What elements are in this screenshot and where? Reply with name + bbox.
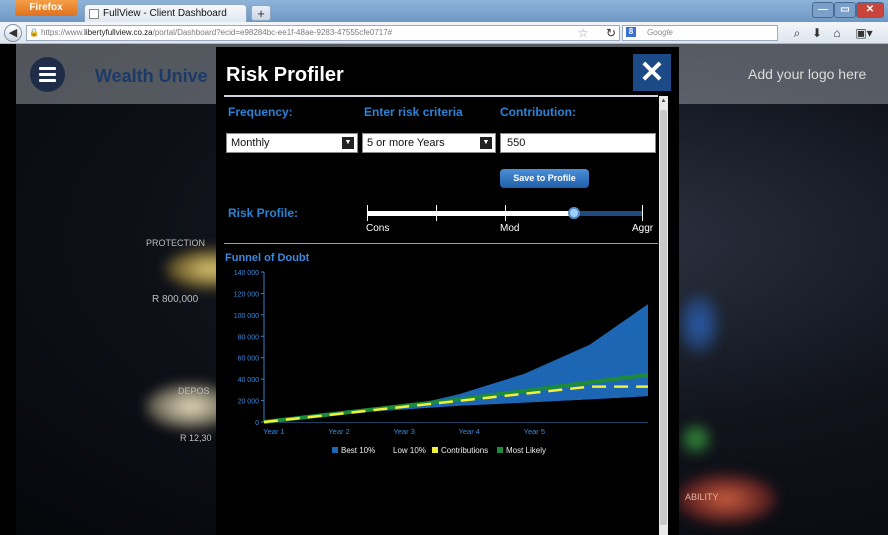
scale-label-mod: Mod xyxy=(500,223,520,234)
legend-most-likely: Most Likely xyxy=(497,446,546,455)
lock-icon: 🔒 xyxy=(29,28,39,37)
frequency-label: Frequency: xyxy=(228,105,293,119)
legend-label: Best 10% xyxy=(341,446,376,455)
planet-image xyxy=(681,424,711,454)
browser-tab[interactable]: FullView - Client Dashboard xyxy=(84,4,247,22)
contribution-value: 550 xyxy=(507,137,526,149)
y-tick-label: 120 000 xyxy=(234,291,259,298)
x-tick-label: Year 2 xyxy=(328,427,349,436)
deposit-value: R 12,30 xyxy=(180,433,212,443)
url-bar[interactable]: https://www.libertyfullview.co.za/portal… xyxy=(26,25,620,41)
section-divider xyxy=(224,243,658,244)
slider-tick xyxy=(436,205,437,221)
legend-swatch xyxy=(432,447,438,453)
legend-low: Low 10% xyxy=(393,446,426,455)
legend-best: Best 10% xyxy=(332,446,375,455)
risk-profile-label: Risk Profile: xyxy=(228,206,299,220)
chevron-down-icon: ▼ xyxy=(342,137,354,149)
x-tick-label: Year 1 xyxy=(263,427,284,436)
legend-label: Contributions xyxy=(441,446,489,455)
risk-criteria-select[interactable]: 5 or more Years ▼ xyxy=(362,133,496,153)
new-tab-button[interactable]: + xyxy=(251,5,271,21)
url-path: /portal/Dashboard?ecid=e98284bc-ee1f-48a… xyxy=(152,28,393,37)
back-arrow-icon[interactable]: ◀ xyxy=(4,24,22,42)
y-tick-label: 60 000 xyxy=(238,356,260,363)
favicon-icon xyxy=(89,9,99,19)
search-engine-icon[interactable]: 8 xyxy=(626,27,636,37)
risk-slider-fill xyxy=(367,211,574,216)
protection-value: R 800,000 xyxy=(152,294,199,305)
addons-icon[interactable]: ▣▾ xyxy=(852,26,876,40)
search-placeholder: Google xyxy=(647,28,673,37)
url-domain: libertyfullview.co.za xyxy=(84,28,153,37)
modal-title: Risk Profiler xyxy=(226,64,344,86)
legend-swatch xyxy=(332,447,338,453)
x-tick-label: Year 3 xyxy=(393,427,414,436)
search-icon[interactable]: ⌕ xyxy=(790,26,804,40)
criteria-label: Enter risk criteria xyxy=(364,105,463,119)
y-tick-label: 20 000 xyxy=(238,399,260,406)
funnel-chart: 140 000 120 000 100 000 80 000 60 000 40 000 2… xyxy=(234,270,649,436)
scrollbar-thumb[interactable] xyxy=(660,110,667,525)
liability-label: ABILITY xyxy=(685,492,719,502)
reload-icon[interactable]: ↻ xyxy=(604,26,618,40)
planet-image xyxy=(679,294,719,354)
y-tick-label: 80 000 xyxy=(238,334,260,341)
scroll-up-icon[interactable]: ▲ xyxy=(659,97,668,106)
legend-contributions: Contributions xyxy=(432,446,488,455)
home-icon[interactable]: ⌂ xyxy=(830,26,844,40)
deposit-label: DEPOS xyxy=(178,386,210,396)
title-divider xyxy=(224,95,658,97)
scale-label-aggr: Aggr xyxy=(632,223,654,234)
risk-slider-handle[interactable] xyxy=(568,207,580,219)
frequency-value: Monthly xyxy=(231,137,270,149)
close-modal-button[interactable]: ✕ xyxy=(633,54,671,91)
brand-title: Wealth Unive xyxy=(95,66,208,86)
close-window-button[interactable]: ✕ xyxy=(856,2,884,18)
y-tick-label: 140 000 xyxy=(234,270,259,277)
save-to-profile-button[interactable]: Save to Profile xyxy=(500,169,589,188)
slider-tick xyxy=(367,205,368,221)
legend-swatch xyxy=(497,447,503,453)
criteria-value: 5 or more Years xyxy=(367,137,445,149)
protection-label: PROTECTION xyxy=(146,238,206,248)
minimize-button[interactable]: — xyxy=(812,2,834,18)
y-tick-label: 100 000 xyxy=(234,313,259,320)
firefox-menu-button[interactable]: Firefox xyxy=(15,0,77,16)
chevron-down-icon: ▼ xyxy=(480,137,492,149)
frequency-select[interactable]: Monthly ▼ xyxy=(226,133,358,153)
contribution-input[interactable]: 550 xyxy=(500,133,656,153)
x-tick-label: Year 4 xyxy=(459,427,480,436)
hamburger-menu-icon[interactable] xyxy=(30,57,65,92)
maximize-button[interactable]: ▭ xyxy=(834,2,856,18)
slider-tick xyxy=(642,205,643,221)
legend-label: Most Likely xyxy=(506,446,547,455)
tab-title: FullView - Client Dashboard xyxy=(103,8,227,19)
bookmark-star-icon[interactable]: ☆ xyxy=(576,26,590,40)
scale-label-cons: Cons xyxy=(366,223,390,234)
search-box[interactable]: Google xyxy=(622,25,778,41)
x-tick-label: Year 5 xyxy=(524,427,545,436)
y-tick-label: 0 xyxy=(255,420,259,427)
url-prefix: https://www. xyxy=(41,28,85,37)
logo-placeholder: Add your logo here xyxy=(748,66,867,82)
legend-label: Low 10% xyxy=(393,446,426,455)
contribution-label: Contribution: xyxy=(500,105,576,119)
download-icon[interactable]: ⬇ xyxy=(810,26,824,40)
risk-slider-track[interactable] xyxy=(574,211,643,216)
y-tick-label: 40 000 xyxy=(238,377,260,384)
slider-tick xyxy=(505,205,506,221)
